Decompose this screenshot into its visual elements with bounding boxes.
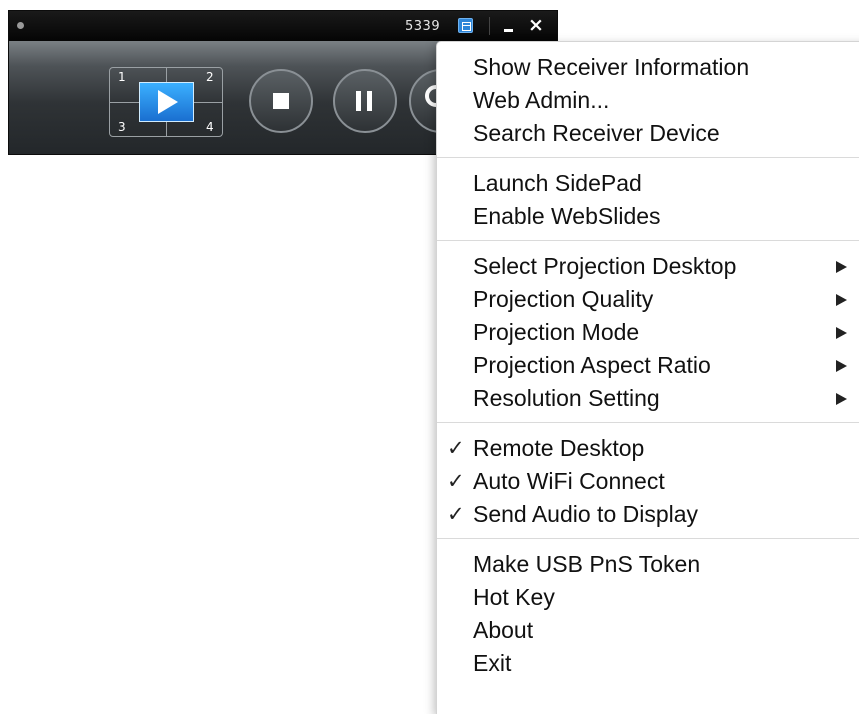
menu-item-projection-mode[interactable]: Projection Mode — [437, 316, 859, 349]
menu-item-enable-webslides[interactable]: Enable WebSlides — [437, 200, 859, 233]
title-bar[interactable]: 5339 × — [9, 11, 557, 41]
menu-item-label: Resolution Setting — [473, 385, 660, 411]
menu-item-label: Launch SidePad — [473, 170, 642, 196]
pause-icon-bar — [367, 91, 372, 111]
checkmark-icon: ✓ — [447, 470, 465, 493]
quadrant-2-label[interactable]: 2 — [206, 71, 214, 83]
status-dot-icon — [17, 22, 24, 29]
submenu-arrow-icon — [836, 327, 847, 339]
checkmark-icon: ✓ — [447, 437, 465, 460]
menu-item-label: Projection Mode — [473, 319, 640, 345]
menu-item-projection-quality[interactable]: Projection Quality — [437, 283, 859, 316]
quadrant-4-label[interactable]: 4 — [206, 121, 214, 133]
menu-item-hot-key[interactable]: Hot Key — [437, 581, 859, 614]
menu-item-make-usb-pns-token[interactable]: Make USB PnS Token — [437, 548, 859, 581]
menu-item-label: Hot Key — [473, 584, 555, 610]
menu-item-label: Send Audio to Display — [473, 501, 699, 527]
pause-icon — [356, 91, 361, 111]
checkmark-icon: ✓ — [447, 503, 465, 526]
quadrant-3-label[interactable]: 3 — [118, 121, 126, 133]
menu-section-receiver: Show Receiver Information Web Admin... S… — [437, 42, 859, 157]
menu-item-resolution-setting[interactable]: Resolution Setting — [437, 382, 859, 415]
submenu-arrow-icon — [836, 294, 847, 306]
menu-item-label: Web Admin... — [473, 87, 610, 113]
menu-section-misc: Make USB PnS Token Hot Key About Exit — [437, 538, 859, 687]
menu-item-remote-desktop[interactable]: ✓ Remote Desktop — [437, 432, 859, 465]
info-icon[interactable] — [458, 18, 473, 33]
menu-item-label: Show Receiver Information — [473, 54, 750, 80]
submenu-arrow-icon — [836, 393, 847, 405]
menu-section-tools: Launch SidePad Enable WebSlides — [437, 157, 859, 240]
menu-item-launch-sidepad[interactable]: Launch SidePad — [437, 167, 859, 200]
play-button[interactable] — [139, 82, 194, 122]
menu-item-label: Projection Quality — [473, 286, 654, 312]
pause-button[interactable] — [333, 69, 397, 133]
menu-item-exit[interactable]: Exit — [437, 647, 859, 680]
submenu-arrow-icon — [836, 261, 847, 273]
menu-item-projection-aspect-ratio[interactable]: Projection Aspect Ratio — [437, 349, 859, 382]
menu-item-label: Projection Aspect Ratio — [473, 352, 711, 378]
menu-section-toggles: ✓ Remote Desktop ✓ Auto WiFi Connect ✓ S… — [437, 422, 859, 538]
menu-item-label: Remote Desktop — [473, 435, 645, 461]
menu-item-show-receiver-information[interactable]: Show Receiver Information — [437, 51, 859, 84]
titlebar-divider — [489, 17, 490, 35]
menu-item-label: Auto WiFi Connect — [473, 468, 665, 494]
play-icon — [158, 90, 178, 114]
menu-item-auto-wifi-connect[interactable]: ✓ Auto WiFi Connect — [437, 465, 859, 498]
menu-item-search-receiver-device[interactable]: Search Receiver Device — [437, 117, 859, 150]
menu-item-about[interactable]: About — [437, 614, 859, 647]
menu-item-web-admin[interactable]: Web Admin... — [437, 84, 859, 117]
quadrant-1-label[interactable]: 1 — [118, 71, 126, 83]
menu-item-select-projection-desktop[interactable]: Select Projection Desktop — [437, 250, 859, 283]
menu-section-projection: Select Projection Desktop Projection Qua… — [437, 240, 859, 422]
menu-item-label: About — [473, 617, 534, 643]
menu-item-label: Exit — [473, 650, 512, 676]
stop-button[interactable] — [249, 69, 313, 133]
submenu-arrow-icon — [836, 360, 847, 372]
menu-item-label: Enable WebSlides — [473, 203, 661, 229]
context-menu: Show Receiver Information Web Admin... S… — [436, 41, 859, 714]
menu-item-label: Make USB PnS Token — [473, 551, 701, 577]
split-screen-selector[interactable]: 1 2 3 4 — [109, 67, 223, 137]
menu-item-label: Select Projection Desktop — [473, 253, 737, 279]
login-code: 5339 — [405, 19, 441, 34]
stop-icon — [273, 93, 289, 109]
menu-item-label: Search Receiver Device — [473, 120, 720, 146]
minimize-icon[interactable] — [501, 13, 517, 37]
menu-item-send-audio-to-display[interactable]: ✓ Send Audio to Display — [437, 498, 859, 531]
close-icon[interactable]: × — [526, 12, 546, 38]
